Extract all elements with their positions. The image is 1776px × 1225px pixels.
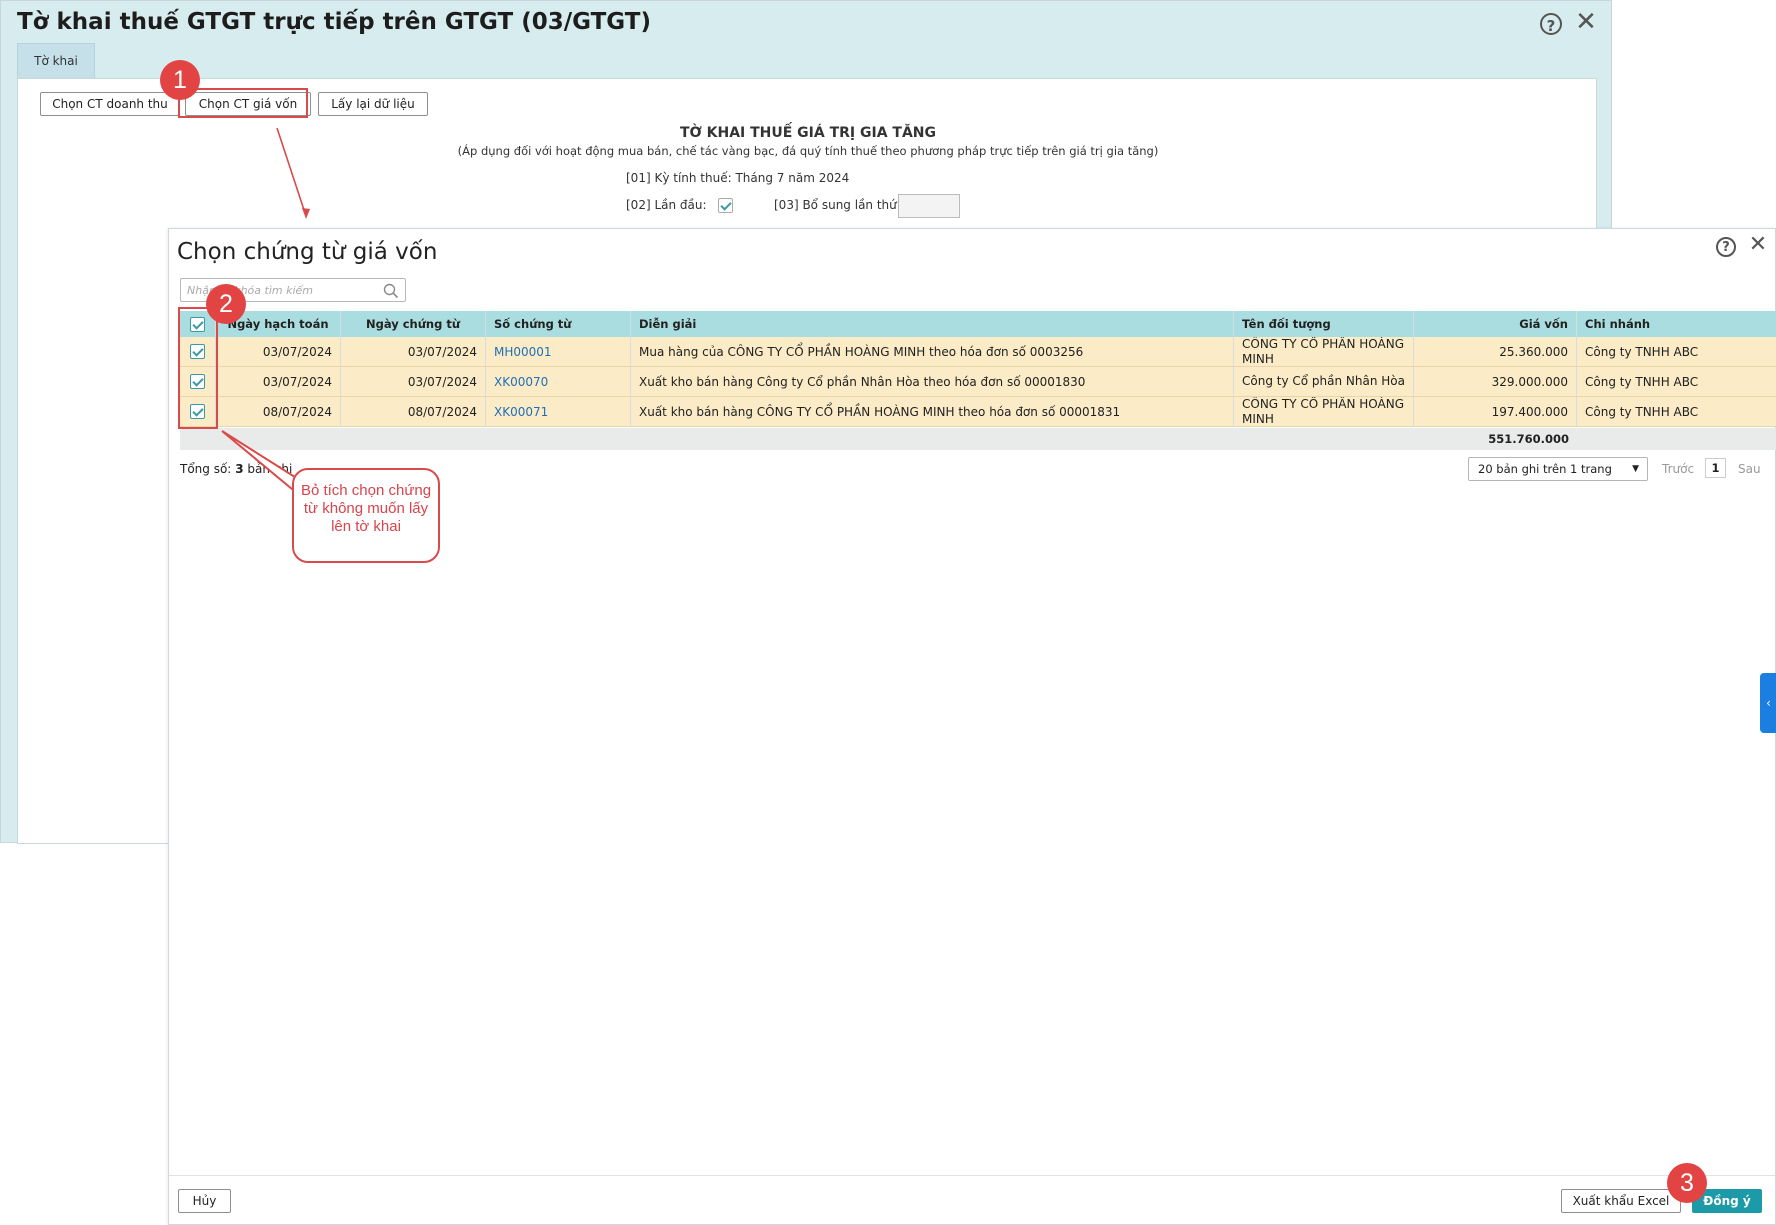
page-size-value: 20 bản ghi trên 1 trang [1478, 462, 1612, 476]
prev-page[interactable]: Trước [1662, 462, 1694, 476]
step2-highlight [178, 307, 218, 429]
close-icon[interactable]: ✕ [1573, 9, 1599, 36]
export-excel-button[interactable]: Xuất khẩu Excel [1561, 1189, 1681, 1213]
description: Xuất kho bán hàng Công ty Cổ phần Nhân H… [631, 367, 1234, 396]
doc-date: 03/07/2024 [341, 367, 486, 396]
col-description[interactable]: Diễn giải [631, 311, 1234, 337]
step3-badge: 3 [1667, 1163, 1707, 1203]
tax-period: [01] Kỳ tính thuế: Tháng 7 năm 2024 [626, 171, 850, 185]
doc-date: 08/07/2024 [341, 397, 486, 426]
total-cost: 551.760.000 [1488, 432, 1569, 446]
supplement-label: [03] Bổ sung lần thứ: [774, 198, 901, 212]
description: Mua hàng của CÔNG TY CỔ PHẦN HOÀNG MINH … [631, 337, 1234, 366]
col-branch[interactable]: Chi nhánh [1577, 311, 1776, 337]
partner-name: CÔNG TY CỔ PHẦN HOÀNG MINH [1234, 397, 1414, 426]
search-icon[interactable] [383, 283, 399, 299]
record-summary: Tổng số: 3 bản ghi [180, 462, 292, 476]
step1-highlight [178, 88, 308, 118]
chevron-down-icon: ▼ [1632, 464, 1639, 474]
col-doc-no[interactable]: Số chứng từ [486, 311, 631, 337]
col-doc-date[interactable]: Ngày chứng từ [341, 311, 486, 337]
window-title: Tờ khai thuế GTGT trực tiếp trên GTGT (0… [17, 9, 651, 35]
posting-date: 03/07/2024 [216, 337, 341, 366]
cancel-button[interactable]: Hủy [178, 1189, 231, 1213]
next-page[interactable]: Sau [1738, 462, 1761, 476]
instruction-callout: Bỏ tích chọn chứng từ không muốn lấy lên… [292, 468, 440, 563]
table-row[interactable]: 03/07/2024 03/07/2024 XK00070 Xuất kho b… [180, 367, 1776, 397]
help-icon[interactable]: ? [1540, 13, 1562, 35]
first-time-label: [02] Lần đầu: [626, 198, 707, 212]
doc-date: 03/07/2024 [341, 337, 486, 366]
tab-to-khai[interactable]: Tờ khai [17, 43, 95, 79]
side-panel-toggle[interactable]: ‹ [1760, 673, 1776, 733]
reload-data-button[interactable]: Lấy lại dữ liệu [318, 92, 428, 116]
total-row: 551.760.000 [180, 428, 1776, 450]
first-time-checkbox[interactable] [718, 198, 733, 213]
doc-no-link[interactable]: XK00071 [486, 397, 631, 426]
current-page[interactable]: 1 [1705, 458, 1726, 478]
dialog-help-icon[interactable]: ? [1716, 237, 1736, 257]
form-title: TỜ KHAI THUẾ GIÁ TRỊ GIA TĂNG [679, 125, 937, 141]
page-size-select[interactable]: 20 bản ghi trên 1 trang ▼ [1468, 457, 1648, 481]
cost-value: 329.000.000 [1414, 367, 1577, 396]
partner-name: CÔNG TY CỔ PHẦN HOÀNG MINH [1234, 337, 1414, 366]
branch: Công ty TNHH ABC [1585, 344, 1699, 359]
col-cost[interactable]: Giá vốn [1414, 311, 1577, 337]
footer-divider [169, 1175, 1775, 1176]
total-label: Tổng số: [180, 462, 232, 476]
dialog-title: Chọn chứng từ giá vốn [177, 239, 438, 265]
step2-badge: 2 [206, 284, 246, 324]
total-count: 3 [235, 462, 244, 476]
supplement-input[interactable] [898, 194, 960, 218]
branch: Công ty TNHH ABC [1585, 374, 1699, 389]
choose-cost-dialog: Chọn chứng từ giá vốn ? ✕ Ngày hạch toán… [168, 228, 1776, 1225]
total-suffix: bản ghi [247, 462, 293, 476]
table-row[interactable]: 08/07/2024 08/07/2024 XK00071 Xuất kho b… [180, 397, 1776, 427]
description: Xuất kho bán hàng CÔNG TY CỔ PHẦN HOÀNG … [631, 397, 1234, 426]
form-subtitle: (Áp dụng đối với hoạt động mua bán, chế … [457, 144, 1159, 158]
dialog-close-icon[interactable]: ✕ [1745, 233, 1771, 259]
cost-value: 25.360.000 [1414, 337, 1577, 366]
partner-name: Công ty Cổ phần Nhân Hòa [1234, 367, 1414, 396]
col-partner[interactable]: Tên đối tượng [1234, 311, 1414, 337]
grid-header: Ngày hạch toán Ngày chứng từ Số chứng từ… [180, 311, 1776, 337]
step1-badge: 1 [160, 60, 200, 100]
doc-no-link[interactable]: XK00070 [486, 367, 631, 396]
posting-date: 03/07/2024 [216, 367, 341, 396]
table-row[interactable]: 03/07/2024 03/07/2024 MH00001 Mua hàng c… [180, 337, 1776, 367]
doc-no-link[interactable]: MH00001 [486, 337, 631, 366]
choose-revenue-button[interactable]: Chọn CT doanh thu [40, 92, 180, 116]
chevron-left-icon: ‹ [1766, 696, 1771, 710]
cost-value: 197.400.000 [1414, 397, 1577, 426]
branch: Công ty TNHH ABC [1585, 404, 1699, 419]
posting-date: 08/07/2024 [216, 397, 341, 426]
